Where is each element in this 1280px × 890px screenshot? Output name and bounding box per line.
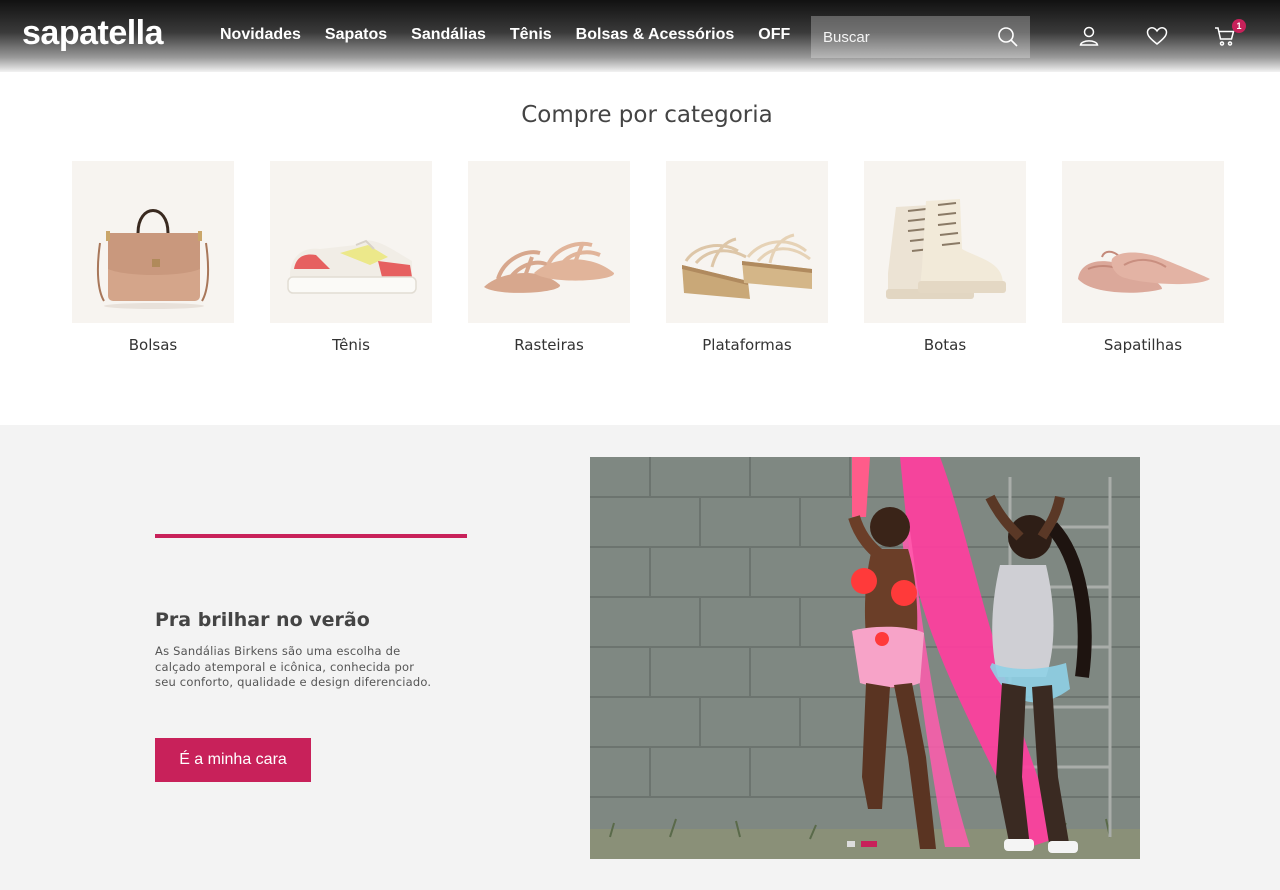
category-card-botas[interactable]: Botas — [864, 161, 1026, 354]
site-header: sapatella Novidades Sapatos Sandálias Tê… — [0, 0, 1280, 72]
category-image-flat-sandal[interactable] — [468, 161, 630, 323]
category-label[interactable]: Rasteiras — [468, 336, 630, 354]
category-card-tenis[interactable]: Tênis — [270, 161, 432, 354]
category-label[interactable]: Plataformas — [666, 336, 828, 354]
nav-item-sapatos[interactable]: Sapatos — [325, 26, 387, 44]
category-image-platform-sandal[interactable] — [666, 161, 828, 323]
nav-item-bolsas-acessorios[interactable]: Bolsas & Acessórios — [576, 26, 735, 44]
category-grid: Bolsas Tênis Rasteiras Plataformas Botas… — [72, 161, 1224, 361]
user-icon[interactable] — [1077, 24, 1101, 48]
category-image-ballet-flat[interactable] — [1062, 161, 1224, 323]
feature-description: As Sandálias Birkens são uma escolha de … — [155, 644, 432, 689]
category-label[interactable]: Bolsas — [72, 336, 234, 354]
category-label[interactable]: Tênis — [270, 336, 432, 354]
category-label[interactable]: Botas — [864, 336, 1026, 354]
search-box — [811, 16, 1030, 58]
category-section-title: Compre por categoria — [521, 102, 773, 128]
accent-divider — [155, 534, 467, 538]
main-nav: Novidades Sapatos Sandálias Tênis Bolsas… — [220, 26, 790, 44]
logo[interactable]: sapatella — [22, 14, 164, 53]
search-input[interactable] — [811, 16, 991, 58]
search-icon[interactable] — [996, 25, 1020, 49]
feature-banner: Pra brilhar no verão As Sandálias Birken… — [0, 425, 1280, 890]
carousel-dots — [847, 841, 877, 847]
shop-now-button[interactable]: É a minha cara — [155, 738, 311, 782]
nav-item-sandalias[interactable]: Sandálias — [411, 26, 486, 44]
nav-item-off[interactable]: OFF — [758, 26, 790, 44]
category-card-sapatilhas[interactable]: Sapatilhas — [1062, 161, 1224, 354]
feature-photo[interactable] — [590, 457, 1140, 859]
nav-item-novidades[interactable]: Novidades — [220, 26, 301, 44]
category-card-rasteiras[interactable]: Rasteiras — [468, 161, 630, 354]
category-image-sneaker[interactable] — [270, 161, 432, 323]
nav-item-tenis[interactable]: Tênis — [510, 26, 552, 44]
category-card-bolsas[interactable]: Bolsas — [72, 161, 234, 354]
category-label[interactable]: Sapatilhas — [1062, 336, 1224, 354]
cart-count-badge: 1 — [1232, 19, 1246, 33]
category-card-plataformas[interactable]: Plataformas — [666, 161, 828, 354]
category-image-boot[interactable] — [864, 161, 1026, 323]
category-image-bag[interactable] — [72, 161, 234, 323]
heart-icon[interactable] — [1145, 24, 1169, 48]
carousel-dot-1[interactable] — [847, 841, 855, 847]
feature-title: Pra brilhar no verão — [155, 609, 370, 631]
carousel-dot-2[interactable] — [861, 841, 877, 847]
